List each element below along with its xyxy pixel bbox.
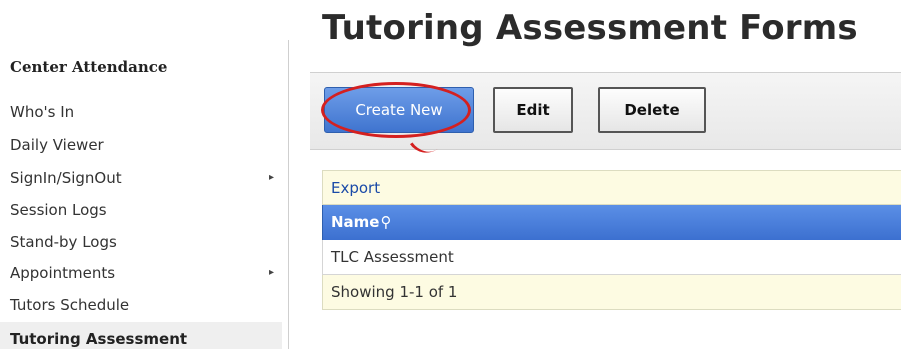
sidebar-item-tutoring-assessment[interactable]: Tutoring Assessment <box>0 322 282 349</box>
sidebar-item-signin-signout[interactable]: SignIn/SignOut ▸ <box>0 163 282 193</box>
sidebar-item-tutors-schedule[interactable]: Tutors Schedule <box>0 290 282 320</box>
sidebar-item-label: SignIn/SignOut <box>10 169 122 187</box>
column-header-name[interactable]: Name⚲ <box>322 205 901 240</box>
sidebar-item-label: Who's In <box>10 103 75 121</box>
delete-button[interactable]: Delete <box>598 87 706 133</box>
sidebar-item-appointments[interactable]: Appointments ▸ <box>0 258 282 288</box>
sidebar: Center Attendance Who's In Daily Viewer … <box>0 0 290 349</box>
record-count-label: Showing 1-1 of 1 <box>331 283 458 301</box>
grid-footer-status: Showing 1-1 of 1 <box>322 275 901 310</box>
highlight-circle-annotation <box>321 82 471 138</box>
export-link[interactable]: Export <box>322 170 901 205</box>
column-header-label: Name <box>331 213 380 231</box>
table-cell-name: TLC Assessment <box>331 248 454 266</box>
sidebar-item-label: Daily Viewer <box>10 136 104 154</box>
sidebar-item-label: Appointments <box>10 264 116 282</box>
delete-label: Delete <box>624 101 680 119</box>
page-title: Tutoring Assessment Forms <box>322 8 858 48</box>
sidebar-item-label: Tutoring Assessment <box>10 330 188 348</box>
sidebar-section-title: Center Attendance <box>10 58 168 76</box>
sidebar-divider <box>288 40 289 349</box>
search-icon[interactable]: ⚲ <box>380 205 391 240</box>
sidebar-item-daily-viewer[interactable]: Daily Viewer <box>0 130 282 160</box>
sidebar-item-label: Session Logs <box>10 201 107 219</box>
toolbar: Create New Edit Delete <box>310 72 901 161</box>
create-new-button[interactable]: Create New <box>321 82 474 161</box>
sidebar-item-whos-in[interactable]: Who's In <box>0 97 282 127</box>
sidebar-item-label: Tutors Schedule <box>10 296 130 314</box>
sidebar-item-label: Stand-by Logs <box>10 233 117 251</box>
export-label: Export <box>331 179 381 197</box>
edit-label: Edit <box>516 101 550 119</box>
submenu-arrow-icon: ▸ <box>268 267 274 278</box>
assessment-forms-grid: Export Name⚲ TLC Assessment Showing 1-1 … <box>322 170 901 310</box>
submenu-arrow-icon: ▸ <box>268 172 274 183</box>
edit-button[interactable]: Edit <box>493 87 573 133</box>
sidebar-item-standby-logs[interactable]: Stand-by Logs <box>0 227 282 257</box>
table-row[interactable]: TLC Assessment <box>322 240 901 275</box>
sidebar-item-session-logs[interactable]: Session Logs <box>0 195 282 225</box>
